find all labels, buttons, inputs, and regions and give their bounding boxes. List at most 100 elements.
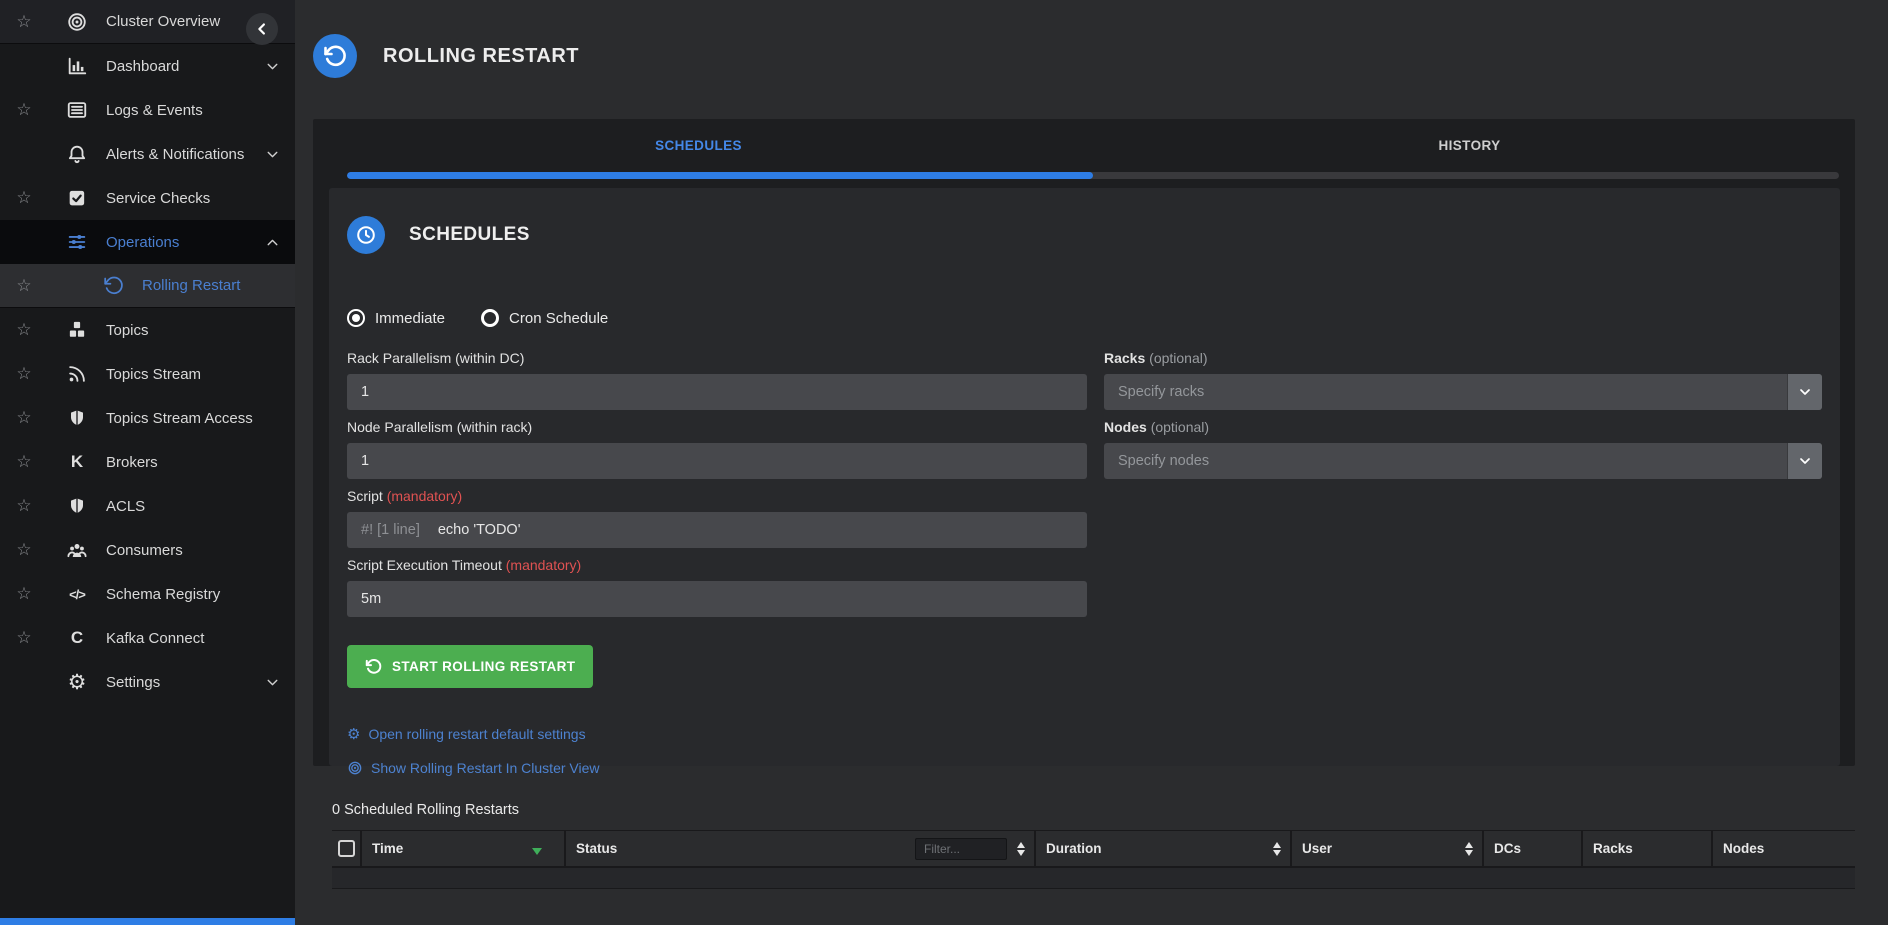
table-header-time[interactable]: Time xyxy=(362,831,566,866)
racks-select[interactable]: Specify racks xyxy=(1104,374,1822,410)
code-icon: </> xyxy=(62,587,92,602)
sidebar-item-brokers[interactable]: ☆KBrokers xyxy=(0,440,295,484)
nodes-select[interactable]: Specify nodes xyxy=(1104,443,1822,479)
star-icon[interactable]: ☆ xyxy=(12,276,36,296)
chevron-left-icon xyxy=(253,20,271,38)
script-shebang-prefix: #! [1 line] xyxy=(361,512,420,548)
star-icon[interactable]: ☆ xyxy=(12,320,36,340)
link-label: Show Rolling Restart In Cluster View xyxy=(371,760,600,776)
sidebar-collapse-button[interactable] xyxy=(246,13,278,45)
schedule-type-radio-group: Immediate Cron Schedule xyxy=(347,309,1822,327)
sidebar-item-label: Operations xyxy=(106,234,179,251)
rack-parallelism-input[interactable] xyxy=(347,374,1087,410)
rolling-restart-icon xyxy=(313,34,357,78)
sidebar-item-label: Dashboard xyxy=(106,58,179,75)
app-window: ☆ Cluster Overview Dashboard ☆Logs & Events… xyxy=(0,0,1888,925)
radio-immediate[interactable]: Immediate xyxy=(347,309,445,327)
script-input[interactable]: #! [1 line] echo 'TODO' xyxy=(347,512,1087,548)
sidebar-item-topics[interactable]: ☆Topics xyxy=(0,308,295,352)
star-icon[interactable]: ☆ xyxy=(12,584,36,604)
table-header-status[interactable]: Status xyxy=(566,831,1036,866)
sidebar-item-dashboard[interactable]: Dashboard xyxy=(0,44,295,88)
rolling-restart-card: SCHEDULESHISTORY SCHEDULES Immediate Cron… xyxy=(313,119,1855,766)
script-value: echo 'TODO' xyxy=(438,512,521,548)
star-icon[interactable]: ☆ xyxy=(12,408,36,428)
target-icon xyxy=(347,760,363,776)
tab-bar: SCHEDULESHISTORY xyxy=(313,119,1855,172)
target-icon xyxy=(62,11,92,33)
script-mandatory-tag: (mandatory) xyxy=(387,488,462,504)
scheduled-restarts-section: 0 Scheduled Rolling Restarts Time Status D… xyxy=(332,802,1855,889)
sidebar-item-topics-stream-access[interactable]: ☆Topics Stream Access xyxy=(0,396,295,440)
sidebar-item-topics-stream[interactable]: ☆Topics Stream xyxy=(0,352,295,396)
select-all-checkbox[interactable] xyxy=(338,840,355,857)
sidebar-item-label: Brokers xyxy=(106,454,158,471)
star-icon[interactable]: ☆ xyxy=(12,100,36,120)
table-header-duration[interactable]: Duration xyxy=(1036,831,1292,866)
main-content: ROLLING RESTART SCHEDULESHISTORY SCHEDUL… xyxy=(295,0,1888,925)
node-parallelism-label: Node Parallelism (within rack) xyxy=(347,419,1087,436)
column-label: DCs xyxy=(1494,841,1521,856)
script-field: Script (mandatory) #! [1 line] echo 'TOD… xyxy=(347,488,1087,548)
link-open-rolling-restart-default-settings[interactable]: ⚙Open rolling restart default settings xyxy=(347,726,1087,742)
sidebar-item-label: Kafka Connect xyxy=(106,630,204,647)
sidebar-item-schema-registry[interactable]: ☆</>Schema Registry xyxy=(0,572,295,616)
sidebar-item-logs-events[interactable]: ☆Logs & Events xyxy=(0,88,295,132)
sidebar-item-consumers[interactable]: ☆Consumers xyxy=(0,528,295,572)
racks-dropdown-button[interactable] xyxy=(1787,374,1822,410)
script-label: Script (mandatory) xyxy=(347,488,1087,505)
star-icon[interactable]: ☆ xyxy=(12,628,36,648)
sort-icon xyxy=(1465,842,1473,856)
sidebar-item-acls[interactable]: ☆ACLS xyxy=(0,484,295,528)
status-filter-input[interactable] xyxy=(915,838,1007,860)
sidebar-item-operations[interactable]: Operations xyxy=(0,220,295,264)
sort-icon xyxy=(1017,842,1025,856)
start-rolling-restart-button[interactable]: START ROLLING RESTART xyxy=(347,645,593,688)
sidebar-item-rolling-restart[interactable]: ☆ Rolling Restart xyxy=(0,264,295,308)
chevron-up-icon xyxy=(264,234,281,251)
link-show-rolling-restart-in-cluster-view[interactable]: Show Rolling Restart In Cluster View xyxy=(347,760,1087,776)
gear-icon: ⚙ xyxy=(62,672,92,693)
panel-links: ⚙Open rolling restart default settings Sh… xyxy=(347,726,1087,776)
table-header-user[interactable]: User xyxy=(1292,831,1484,866)
racks-field: Racks (optional) Specify racks xyxy=(1104,350,1822,410)
star-icon[interactable]: ☆ xyxy=(12,452,36,472)
table-header-select-all[interactable] xyxy=(332,831,362,866)
table-header-dcs[interactable]: DCs xyxy=(1484,831,1583,866)
schedules-panel: SCHEDULES ImmediateCron Schedule Rack Pa… xyxy=(329,188,1840,766)
racks-placeholder: Specify racks xyxy=(1118,374,1204,410)
star-icon[interactable]: ☆ xyxy=(12,188,36,208)
star-icon[interactable]: ☆ xyxy=(12,12,36,32)
sidebar-item-service-checks[interactable]: ☆Service Checks xyxy=(0,176,295,220)
sidebar-item-settings[interactable]: ⚙Settings xyxy=(0,660,295,704)
star-icon[interactable]: ☆ xyxy=(12,496,36,516)
star-icon[interactable]: ☆ xyxy=(12,364,36,384)
shield-icon xyxy=(62,408,92,428)
letter-c-icon: C xyxy=(62,628,92,648)
form-right-column: Racks (optional) Specify racks xyxy=(1104,350,1822,488)
script-timeout-field: Script Execution Timeout (mandatory) xyxy=(347,557,1087,617)
sidebar-item-kafka-connect[interactable]: ☆ C Kafka Connect xyxy=(0,616,295,660)
column-label: Nodes xyxy=(1723,841,1764,856)
star-icon[interactable]: ☆ xyxy=(12,540,36,560)
column-label: Duration xyxy=(1046,841,1102,856)
script-timeout-input[interactable] xyxy=(347,581,1087,617)
node-parallelism-input[interactable] xyxy=(347,443,1087,479)
scheduled-restarts-count: 0 Scheduled Rolling Restarts xyxy=(332,802,1855,818)
tab-history[interactable]: HISTORY xyxy=(1084,119,1855,172)
table-header-racks[interactable]: Racks xyxy=(1583,831,1713,866)
tab-schedules[interactable]: SCHEDULES xyxy=(313,119,1084,172)
radio-cron-schedule[interactable]: Cron Schedule xyxy=(481,309,608,327)
table-header-nodes[interactable]: Nodes xyxy=(1713,831,1855,866)
sidebar-item-label: Cluster Overview xyxy=(106,13,220,30)
nodes-dropdown-button[interactable] xyxy=(1787,443,1822,479)
rack-parallelism-field: Rack Parallelism (within DC) xyxy=(347,350,1087,410)
sort-desc-icon xyxy=(532,848,542,855)
people-icon xyxy=(62,539,92,561)
sidebar-item-label: Rolling Restart xyxy=(142,277,240,294)
script-timeout-label: Script Execution Timeout (mandatory) xyxy=(347,557,1087,574)
sort-icon xyxy=(1273,842,1281,856)
column-label: Status xyxy=(576,841,617,856)
sidebar-item-alerts-notifications[interactable]: Alerts & Notifications xyxy=(0,132,295,176)
timeout-mandatory-tag: (mandatory) xyxy=(506,557,581,573)
